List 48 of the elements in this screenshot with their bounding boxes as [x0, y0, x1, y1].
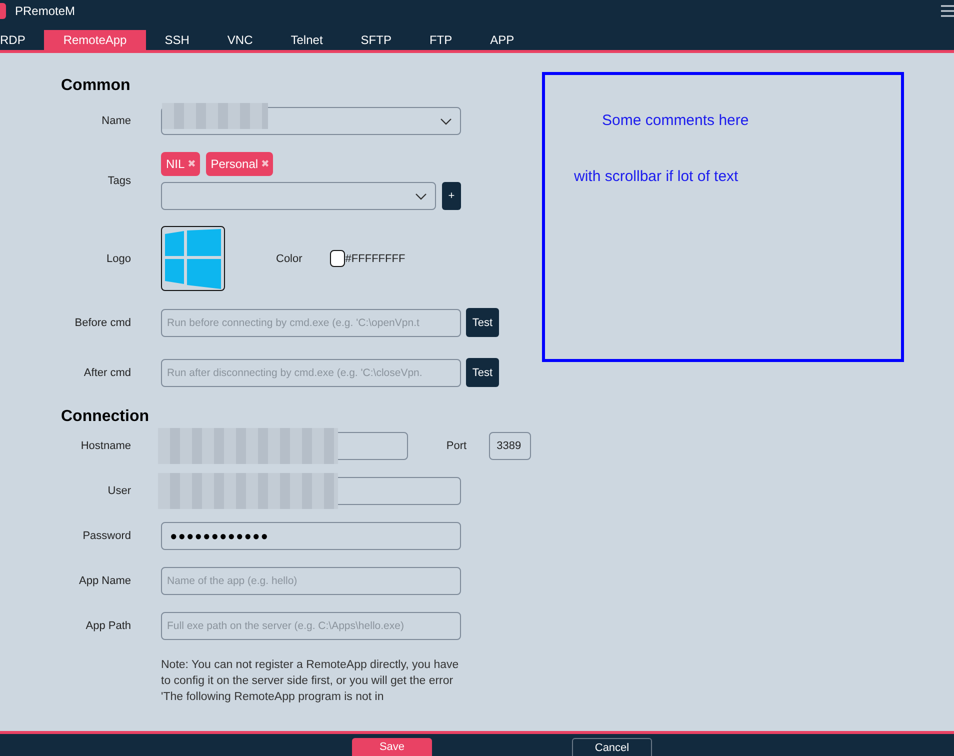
- window-title: PRemoteM: [15, 4, 76, 18]
- port-field[interactable]: 3389: [488, 432, 531, 460]
- field-label: User: [106, 485, 131, 497]
- app-icon: [0, 3, 6, 19]
- field-label: Tags: [106, 175, 131, 187]
- test-button[interactable]: Test: [466, 358, 499, 387]
- tab[interactable]: Telnet: [272, 30, 342, 50]
- chevron-icon: [415, 192, 427, 200]
- windows-logo-icon: [165, 228, 221, 288]
- tab[interactable]: RDP: [0, 30, 44, 50]
- tab[interactable]: SSH: [146, 30, 208, 50]
- field-label: Port: [446, 440, 468, 452]
- field-label: App Name: [78, 575, 131, 587]
- save-button[interactable]: Save: [352, 738, 432, 756]
- field-label: App Path: [84, 620, 131, 632]
- test-button[interactable]: Test: [466, 308, 499, 337]
- chevron-icon: [440, 118, 452, 124]
- tab[interactable]: FTP: [410, 30, 472, 50]
- add-tag-button[interactable]: +: [442, 182, 461, 210]
- section-heading: Common: [61, 77, 132, 95]
- cancel-button[interactable]: Cancel: [572, 738, 652, 756]
- tag-label: Personal: [210, 157, 258, 171]
- comment-text: Some comments here: [602, 112, 749, 129]
- input-field[interactable]: Name of the app (e.g. hello): [161, 567, 461, 595]
- tag-dropdown[interactable]: [161, 182, 436, 210]
- field-label: After cmd: [82, 366, 131, 378]
- command-field[interactable]: Run after disconnecting by cmd.exe (e.g. 'C:\closeVpn.: [161, 358, 461, 386]
- logo-button[interactable]: [161, 226, 225, 291]
- tab[interactable]: RemoteApp: [44, 30, 146, 50]
- field-label: Hostname: [80, 440, 131, 452]
- field-label: Logo: [106, 252, 131, 264]
- color-value: #FFFFFFFF: [345, 252, 406, 264]
- comment-text: with scrollbar if lot of text: [574, 168, 738, 185]
- color-swatch[interactable]: [330, 250, 346, 267]
- input-field[interactable]: Full exe path on the server (e.g. C:\Apps\hello.exe): [161, 612, 461, 640]
- tab[interactable]: APP: [471, 30, 534, 50]
- section-heading: Connection: [61, 408, 150, 426]
- field-label: Password: [82, 530, 131, 542]
- password-field[interactable]: ●●●●●●●●●●●●: [161, 522, 461, 550]
- field-label: Color: [276, 252, 302, 264]
- tab[interactable]: VNC: [208, 30, 272, 50]
- menu-icon[interactable]: [941, 5, 954, 17]
- tag-label: NIL: [166, 157, 185, 171]
- note-text: Note: You can not register a RemoteApp directly, you have to config it on the server side first, or you will get the error 'The following RemoteApp program is not in: [161, 658, 460, 705]
- command-field[interactable]: Run before connecting by cmd.exe (e.g. 'C:\openVpn.t: [161, 308, 461, 336]
- tab[interactable]: SFTP: [342, 30, 410, 50]
- field-label: Before cmd: [74, 316, 131, 328]
- field-label: Name: [100, 115, 131, 127]
